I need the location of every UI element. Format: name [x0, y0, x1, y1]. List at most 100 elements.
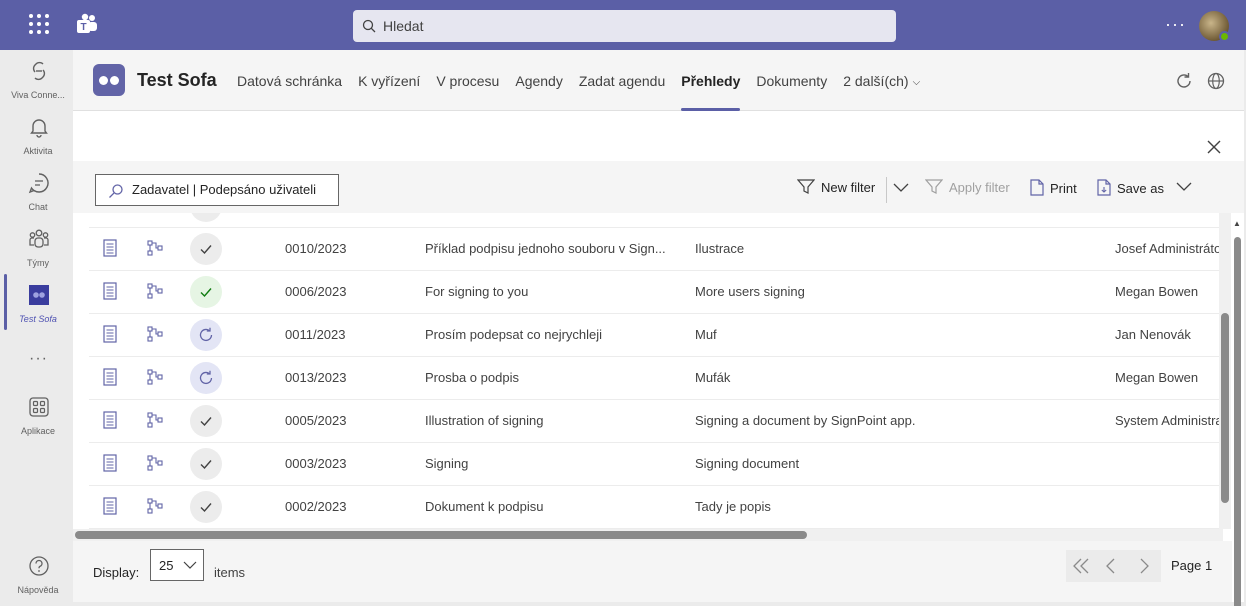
rail-label: Test Sofa — [19, 314, 57, 324]
workflow-icon[interactable] — [147, 326, 163, 342]
page-vertical-scrollbar[interactable]: ▲ — [1232, 161, 1244, 606]
tab-datova-schranka[interactable]: Datová schránka — [229, 50, 350, 111]
table-row[interactable] — [89, 213, 1219, 228]
status-done-icon — [190, 405, 222, 437]
status-done-icon — [190, 448, 222, 480]
app-title: Test Sofa — [137, 70, 217, 90]
chevron-down-icon — [1176, 182, 1192, 191]
search-icon — [109, 184, 123, 198]
more-options-icon[interactable]: ··· — [1165, 14, 1186, 35]
grid-horizontal-scrollbar[interactable] — [73, 529, 1223, 541]
cell-name: Signing — [425, 456, 469, 471]
next-page-icon[interactable] — [1139, 558, 1149, 579]
status-done-icon — [190, 491, 222, 523]
document-icon[interactable] — [103, 411, 117, 429]
workflow-icon[interactable] — [147, 283, 163, 299]
grid-vertical-scrollbar[interactable] — [1219, 213, 1231, 529]
rail-item-activity[interactable]: Aktivita — [4, 116, 72, 168]
scrollbar-thumb[interactable] — [75, 531, 807, 539]
workflow-icon[interactable] — [147, 412, 163, 428]
table-row[interactable]: 0010/2023 Příklad podpisu jednoho souboru… — [89, 228, 1219, 271]
cell-name: Prosím podepsat co nejrychleji — [425, 327, 603, 342]
app-content: Test Sofa Datová schránka K vyřízení V p… — [73, 50, 1244, 606]
search-box[interactable] — [353, 10, 896, 42]
cell-description: Signing a document by SignPoint app. — [695, 413, 916, 428]
workflow-icon[interactable] — [147, 240, 163, 256]
document-icon[interactable] — [103, 325, 117, 343]
report-toolbar: Zadavatel | Podepsáno uživateli New filt… — [73, 161, 1244, 213]
app-launcher-icon[interactable] — [29, 14, 49, 34]
cell-number: 0002/2023 — [285, 499, 347, 514]
more-apps-icon[interactable]: ··· — [29, 350, 48, 368]
table-row[interactable]: 0002/2023 Dokument k podpisu Tady je popis — [89, 486, 1219, 529]
apply-filter-button[interactable]: Apply filter — [924, 179, 1010, 195]
status-done-icon — [190, 233, 222, 265]
scrollbar-thumb[interactable] — [1221, 313, 1229, 503]
cell-number: 0013/2023 — [285, 370, 347, 385]
viva-connections-icon — [32, 61, 46, 81]
workflow-icon[interactable] — [147, 498, 163, 514]
table-row[interactable]: 0005/2023 Illustration of signing Signing … — [89, 400, 1219, 443]
first-page-icon[interactable] — [1072, 558, 1090, 579]
tab-agendy[interactable]: Agendy — [507, 50, 570, 111]
page-size-value: 25 — [159, 558, 174, 573]
tab-prehledy[interactable]: Přehledy — [673, 50, 748, 111]
tab-k-vyrizeni[interactable]: K vyřízení — [350, 50, 428, 111]
document-icon[interactable] — [103, 454, 117, 472]
document-icon[interactable] — [103, 239, 117, 257]
rail-item-help[interactable]: Nápověda — [4, 555, 72, 606]
print-label: Print — [1050, 181, 1077, 196]
rail-item-test-sofa[interactable]: Test Sofa — [4, 284, 72, 336]
globe-icon[interactable] — [1206, 71, 1226, 91]
cell-description: Ilustrace — [695, 241, 745, 256]
page-size-select[interactable]: 25 — [150, 549, 204, 581]
pager — [1066, 550, 1161, 582]
table-row[interactable]: 0006/2023 For signing to you More users si… — [89, 271, 1219, 314]
tab-more[interactable]: 2 další(ch) ⌵ — [835, 50, 928, 111]
save-as-button[interactable]: Save as — [1097, 179, 1192, 196]
grid-footer: Display: 25 items Page 1 — [73, 541, 1232, 602]
new-filter-label: New filter — [821, 180, 876, 195]
table-row[interactable]: 0013/2023 Prosba o podpis Mufák Megan Bowen — [89, 357, 1219, 400]
document-icon[interactable] — [103, 282, 117, 300]
rail-item-apps[interactable]: Aplikace — [4, 396, 72, 448]
previous-page-icon[interactable] — [1106, 558, 1116, 579]
table-row[interactable]: 0003/2023 Signing Signing document — [89, 443, 1219, 486]
cell-number: 0006/2023 — [285, 284, 347, 299]
cell-number: 0011/2023 — [285, 327, 346, 342]
apps-icon — [29, 397, 49, 417]
cell-description: Signing document — [695, 456, 800, 471]
tab-dokumenty[interactable]: Dokumenty — [748, 50, 835, 111]
rail-item-chat[interactable]: Chat — [4, 172, 72, 224]
report-grid: 0010/2023 Příklad podpisu jednoho souboru… — [89, 213, 1219, 529]
app-header: Test Sofa Datová schránka K vyřízení V p… — [73, 50, 1244, 111]
app-tabs: Datová schránka K vyřízení V procesu Age… — [229, 50, 928, 111]
refresh-icon[interactable] — [1174, 71, 1194, 91]
rail-item-viva-connections[interactable]: Viva Conne... — [4, 60, 72, 112]
rail-item-teams[interactable]: Týmy — [4, 228, 72, 280]
cell-number: 0003/2023 — [285, 456, 347, 471]
filter-summary-field[interactable]: Zadavatel | Podepsáno uživateli — [95, 174, 339, 206]
cell-name: Příklad podpisu jednoho souboru v Sign..… — [425, 241, 666, 256]
workflow-icon[interactable] — [147, 369, 163, 385]
search-input[interactable] — [383, 10, 883, 42]
document-icon[interactable] — [103, 368, 117, 386]
print-button[interactable]: Print — [1030, 179, 1077, 196]
chevron-down-icon[interactable] — [893, 183, 909, 193]
cell-name: Prosba o podpis — [425, 370, 519, 385]
tab-zadat-agendu[interactable]: Zadat agendu — [571, 50, 673, 111]
table-row[interactable]: 0011/2023 Prosím podepsat co nejrychleji M… — [89, 314, 1219, 357]
document-print-icon — [1030, 179, 1044, 196]
tab-v-procesu[interactable]: V procesu — [428, 50, 507, 111]
document-icon[interactable] — [103, 497, 117, 515]
save-as-label: Save as — [1117, 181, 1164, 196]
close-icon[interactable] — [1204, 137, 1224, 157]
workflow-icon[interactable] — [147, 455, 163, 471]
scroll-up-icon[interactable]: ▲ — [1233, 219, 1241, 228]
bell-icon — [30, 119, 48, 138]
status-in-progress-icon — [190, 319, 222, 351]
new-filter-button[interactable]: New filter — [796, 179, 876, 195]
chevron-down-icon — [183, 561, 197, 569]
scrollbar-thumb[interactable] — [1234, 237, 1241, 606]
cell-user: Megan Bowen — [1115, 284, 1199, 299]
